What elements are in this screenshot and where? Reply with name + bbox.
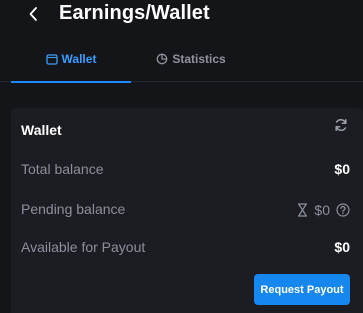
wallet-card-title: Wallet — [21, 122, 62, 138]
earnings-wallet-screen: Earnings/Wallet Wallet Statistics Wallet… — [0, 0, 363, 313]
help-circle-icon[interactable] — [336, 202, 350, 217]
total-balance-value: $0 — [334, 161, 350, 177]
hourglass-icon — [297, 202, 308, 217]
header: Earnings/Wallet — [0, 0, 363, 34]
wallet-card: Wallet Total balance $0 Pending balance — [11, 108, 363, 313]
tab-wallet-label: Wallet — [61, 52, 97, 66]
available-payout-value: $0 — [334, 239, 350, 255]
available-payout-label: Available for Payout — [21, 239, 146, 255]
pending-balance-value: $0 — [314, 201, 330, 218]
request-payout-button[interactable]: Request Payout — [254, 274, 350, 305]
tab-statistics[interactable]: Statistics — [131, 36, 251, 82]
tab-bar: Wallet Statistics — [0, 36, 363, 83]
chevron-left-icon — [29, 7, 37, 21]
total-balance-label: Total balance — [21, 161, 104, 177]
pie-chart-icon — [156, 53, 168, 65]
wallet-icon — [45, 53, 58, 65]
page-title: Earnings/Wallet — [59, 2, 210, 24]
back-button[interactable] — [24, 4, 42, 24]
tab-statistics-label: Statistics — [172, 52, 226, 66]
refresh-button[interactable] — [333, 117, 349, 133]
refresh-icon — [335, 118, 347, 132]
tab-wallet[interactable]: Wallet — [11, 36, 131, 83]
pending-balance-label: Pending balance — [21, 201, 126, 217]
pending-balance-group: $0 — [297, 201, 350, 218]
